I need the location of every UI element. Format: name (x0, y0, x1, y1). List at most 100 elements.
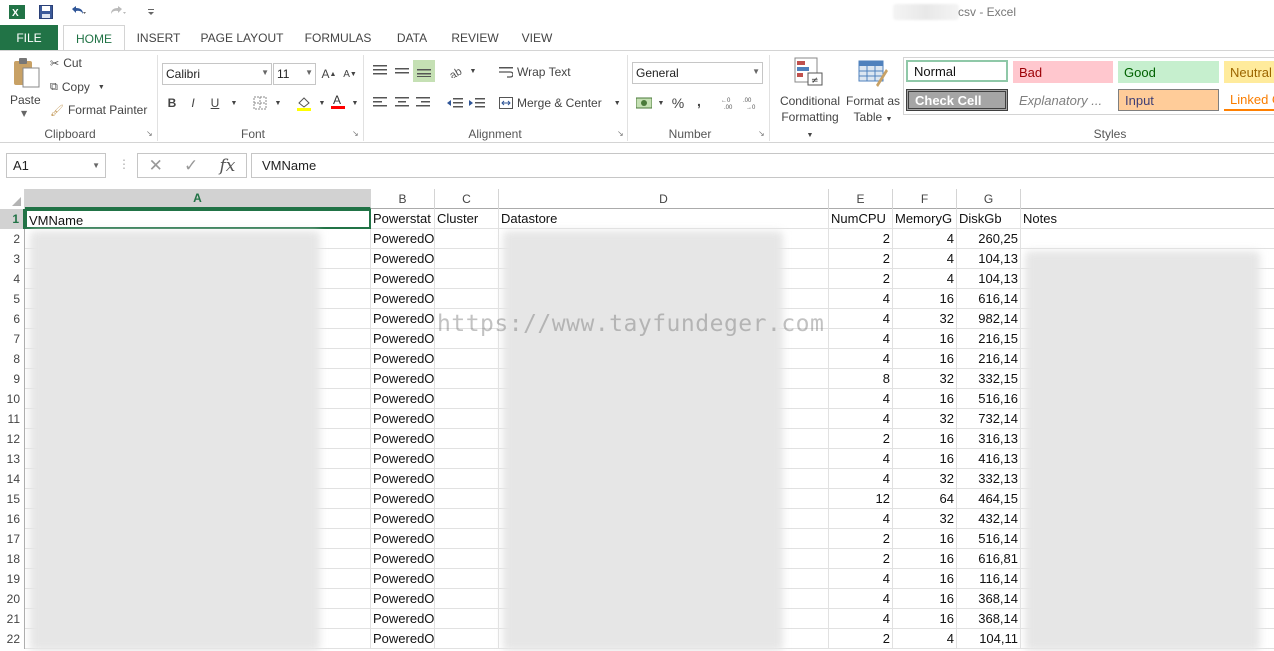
cell-a1[interactable]: VMName (25, 209, 371, 229)
row-number[interactable]: 18 (0, 549, 25, 569)
cell-cluster[interactable] (435, 529, 499, 549)
cell-diskgb[interactable]: 432,14 (957, 509, 1021, 529)
decrease-font-icon[interactable]: A ▼ (340, 64, 360, 84)
cell-cluster[interactable] (435, 409, 499, 429)
increase-decimal-icon[interactable]: ←0.00 (720, 93, 740, 113)
align-middle-icon[interactable] (392, 61, 412, 81)
cell-e1[interactable]: NumCPU (829, 209, 893, 229)
row-number[interactable]: 10 (0, 389, 25, 409)
cell-cluster[interactable] (435, 349, 499, 369)
cell-memory[interactable]: 16 (893, 349, 957, 369)
cell-numcpu[interactable]: 4 (829, 329, 893, 349)
cell-cluster[interactable] (435, 389, 499, 409)
save-icon[interactable] (38, 4, 54, 20)
cancel-icon[interactable]: ✕ (149, 156, 163, 176)
cell-numcpu[interactable]: 2 (829, 429, 893, 449)
cell-diskgb[interactable]: 368,14 (957, 589, 1021, 609)
name-box[interactable]: A1 ▼ (6, 153, 106, 178)
cell-memory[interactable]: 64 (893, 489, 957, 509)
cell-cluster[interactable] (435, 329, 499, 349)
cell-memory[interactable]: 16 (893, 289, 957, 309)
cell-numcpu[interactable]: 4 (829, 589, 893, 609)
cell-diskgb[interactable]: 104,13 (957, 269, 1021, 289)
cell-numcpu[interactable]: 2 (829, 549, 893, 569)
cell-cluster[interactable] (435, 469, 499, 489)
cell-memory[interactable]: 16 (893, 569, 957, 589)
conditional-formatting-button[interactable]: ≠ Conditional Formatting ▼ (776, 55, 842, 139)
cell-diskgb[interactable]: 616,14 (957, 289, 1021, 309)
cell-cluster[interactable] (435, 569, 499, 589)
cell-numcpu[interactable]: 2 (829, 269, 893, 289)
row-number[interactable]: 22 (0, 629, 25, 649)
style-normal[interactable]: Normal (906, 60, 1008, 82)
column-header-a[interactable]: A (25, 189, 371, 209)
row-number[interactable]: 19 (0, 569, 25, 589)
row-number[interactable]: 12 (0, 429, 25, 449)
cell-cluster[interactable] (435, 269, 499, 289)
borders-dropdown-icon[interactable]: ▼ (268, 93, 288, 113)
row-number[interactable]: 4 (0, 269, 25, 289)
column-header-g[interactable]: G (957, 189, 1021, 209)
cell-memory[interactable]: 4 (893, 629, 957, 649)
cell-powerstate[interactable]: PoweredOn (371, 409, 435, 429)
cell-numcpu[interactable]: 2 (829, 529, 893, 549)
cell-memory[interactable]: 32 (893, 369, 957, 389)
tab-view[interactable]: VIEW (514, 25, 560, 50)
style-check-cell[interactable]: Check Cell (906, 89, 1008, 111)
worksheet-grid[interactable]: 1 VMName Powerstat Cluster Datastore Num… (0, 209, 1274, 651)
row-number[interactable]: 5 (0, 289, 25, 309)
cell-cluster[interactable] (435, 369, 499, 389)
cell-memory[interactable]: 32 (893, 509, 957, 529)
tab-data[interactable]: DATA (388, 25, 436, 50)
cell-powerstate[interactable]: PoweredOn (371, 369, 435, 389)
cell-cluster[interactable] (435, 549, 499, 569)
cell-memory[interactable]: 4 (893, 249, 957, 269)
cell-cluster[interactable] (435, 249, 499, 269)
row-number[interactable]: 9 (0, 369, 25, 389)
cell-cluster[interactable] (435, 449, 499, 469)
row-number[interactable]: 8 (0, 349, 25, 369)
cell-memory[interactable]: 16 (893, 429, 957, 449)
tab-file[interactable]: FILE (0, 25, 58, 50)
decrease-decimal-icon[interactable]: .00 →0 (742, 93, 762, 113)
customize-icon[interactable] (143, 4, 159, 20)
cell-diskgb[interactable]: 464,15 (957, 489, 1021, 509)
font-color-dropdown-icon[interactable]: ▼ (345, 93, 365, 113)
style-linked-cell[interactable]: Linked C (1224, 89, 1274, 111)
cell-memory[interactable]: 32 (893, 309, 957, 329)
cell-memory[interactable]: 16 (893, 549, 957, 569)
wrap-text-button[interactable]: Wrap Text (499, 65, 571, 79)
tab-review[interactable]: REVIEW (446, 25, 504, 50)
cell-numcpu[interactable]: 12 (829, 489, 893, 509)
row-number[interactable]: 7 (0, 329, 25, 349)
cell-cluster[interactable] (435, 509, 499, 529)
cell-diskgb[interactable]: 516,14 (957, 529, 1021, 549)
cell-memory[interactable]: 4 (893, 229, 957, 249)
style-neutral[interactable]: Neutral (1224, 61, 1274, 83)
cell-memory[interactable]: 16 (893, 389, 957, 409)
cut-button[interactable]: ✂ Cut (50, 56, 82, 70)
cell-memory[interactable]: 4 (893, 269, 957, 289)
redo-icon[interactable] (107, 4, 129, 20)
tab-home[interactable]: HOME (63, 25, 125, 51)
comma-button[interactable]: , (689, 91, 709, 111)
cell-powerstate[interactable]: PoweredOn (371, 289, 435, 309)
cell-diskgb[interactable]: 316,13 (957, 429, 1021, 449)
cell-cluster[interactable] (435, 289, 499, 309)
align-left-icon[interactable] (370, 93, 390, 113)
column-header-e[interactable]: E (829, 189, 893, 209)
clipboard-launcher-icon[interactable]: ↘ (146, 129, 153, 138)
cell-diskgb[interactable]: 516,16 (957, 389, 1021, 409)
column-header-h[interactable] (1021, 189, 1274, 209)
row-number[interactable]: 20 (0, 589, 25, 609)
cell-diskgb[interactable]: 104,13 (957, 249, 1021, 269)
cell-diskgb[interactable]: 216,15 (957, 329, 1021, 349)
cell-numcpu[interactable]: 4 (829, 409, 893, 429)
row-number[interactable]: 21 (0, 609, 25, 629)
style-input[interactable]: Input (1118, 89, 1219, 111)
font-size-combo[interactable]: 11 ▼ (273, 63, 316, 85)
cell-numcpu[interactable]: 4 (829, 309, 893, 329)
font-launcher-icon[interactable]: ↘ (352, 129, 359, 138)
row-number[interactable]: 13 (0, 449, 25, 469)
copy-dropdown-icon[interactable]: ▼ (98, 84, 105, 91)
